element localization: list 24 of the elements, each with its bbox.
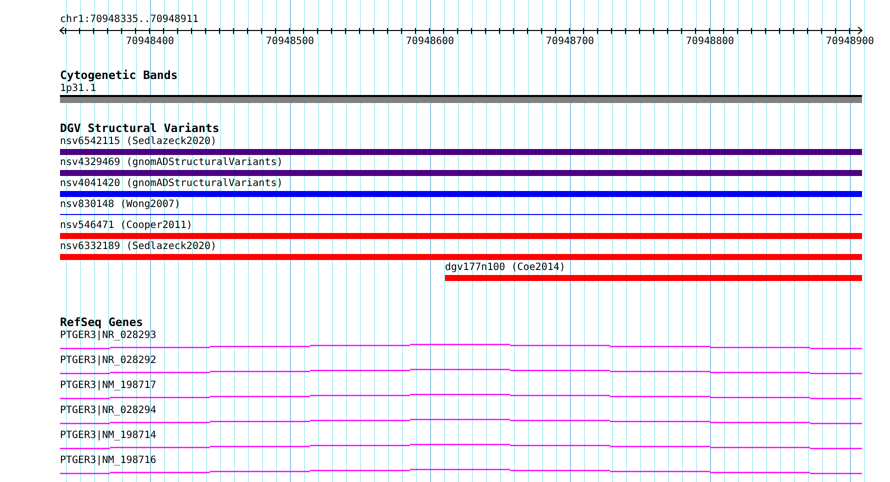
- gene-label: PTGER3|NM_198714: [60, 429, 156, 442]
- track-title: DGV Structural Variants: [60, 122, 220, 135]
- gene-label: PTGER3|NR_028293: [60, 329, 156, 342]
- gene-label: PTGER3|NM_198717: [60, 379, 156, 392]
- gene-label: PTGER3|NR_028292: [60, 354, 156, 367]
- ruler-tick-label: 70948500: [266, 35, 314, 48]
- variant-label: nsv4329469 (gnomADStructuralVariants): [60, 156, 283, 169]
- variant-label: nsv4041420 (gnomADStructuralVariants): [60, 177, 283, 190]
- ruler-tick-label: 70948600: [406, 35, 454, 48]
- variant-label: dgv177n100 (Coe2014): [445, 261, 566, 274]
- track-title: RefSeq Genes: [60, 316, 144, 329]
- ruler-tick-label: 70948400: [126, 35, 174, 48]
- gene-label: PTGER3|NM_198716: [60, 454, 156, 467]
- gene-label: PTGER3|NR_028294: [60, 404, 156, 417]
- variant-label: nsv830148 (Wong2007): [60, 198, 180, 211]
- location-label: chr1:70948335..70948911: [60, 14, 198, 26]
- ruler-tick-label: 70948900: [826, 35, 874, 48]
- band-label: 1p31.1: [60, 82, 96, 95]
- ruler-tick-label: 70948700: [546, 35, 594, 48]
- variant-label: nsv6332189 (Sedlazeck2020): [60, 240, 217, 253]
- variant-label: nsv6542115 (Sedlazeck2020): [60, 135, 217, 148]
- ruler-tick-label: 70948800: [686, 35, 734, 48]
- variant-label: nsv546471 (Cooper2011): [60, 219, 192, 232]
- track-title: Cytogenetic Bands: [60, 69, 178, 82]
